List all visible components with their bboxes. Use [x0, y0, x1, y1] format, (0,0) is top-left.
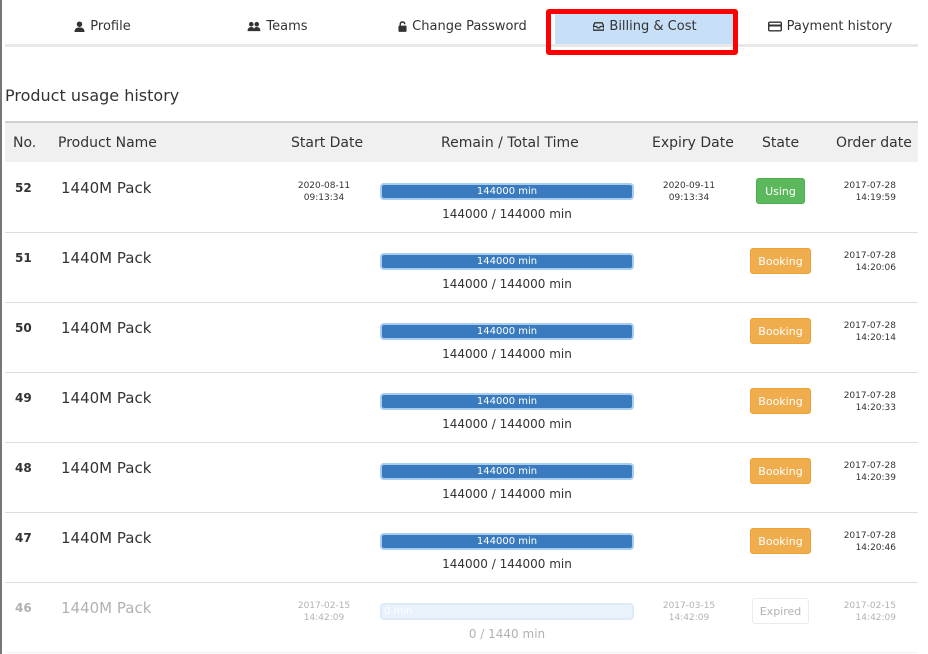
- order-date: 2017-07-28 14:20:14: [838, 320, 896, 344]
- settings-tabs: Profile Teams Change Password Billing & …: [5, 9, 918, 47]
- section-title: Product usage history: [5, 86, 180, 105]
- order-date-day: 2017-07-28: [843, 531, 896, 541]
- col-start-date: Start Date: [291, 135, 364, 151]
- order-date-time: 14:20:46: [855, 543, 896, 553]
- remain-total-text: 144000 / 144000 min: [442, 207, 572, 221]
- state-badge[interactable]: Booking: [750, 318, 811, 344]
- product-name: 1440M Pack: [61, 459, 152, 477]
- remain-progress-bar: 144000 min: [380, 323, 634, 340]
- users-icon: [248, 21, 261, 32]
- remain-progress-bar: 144000 min: [380, 393, 634, 410]
- order-date-day: 2017-07-28: [843, 251, 896, 261]
- product-name: 1440M Pack: [61, 179, 152, 197]
- order-date: 2017-02-15 14:42:09: [838, 600, 896, 624]
- row-number: 49: [15, 391, 32, 405]
- tab-teams[interactable]: Teams: [200, 9, 355, 44]
- lock-icon: [398, 21, 407, 32]
- remain-total-text: 144000 / 144000 min: [442, 277, 572, 291]
- col-order-date: Order date: [836, 135, 912, 151]
- row-number: 46: [15, 601, 32, 615]
- tab-profile[interactable]: Profile: [25, 9, 180, 44]
- start-date-time: 09:13:34: [303, 193, 345, 203]
- table-row: 48 1440M Pack 144000 min 144000 / 144000 mi…: [5, 443, 918, 513]
- remain-progress-bar: 0 min: [380, 603, 634, 620]
- start-date: 2017-02-15 14:42:09: [289, 600, 359, 624]
- remain-progress-bar: 144000 min: [380, 253, 634, 270]
- remain-progress-bar: 144000 min: [380, 463, 634, 480]
- col-expiry-date: Expiry Date: [652, 135, 734, 151]
- table-row: 47 1440M Pack 144000 min 144000 / 144000 mi…: [5, 513, 918, 583]
- product-name: 1440M Pack: [61, 529, 152, 547]
- row-number: 47: [15, 531, 32, 545]
- remain-total-text: 144000 / 144000 min: [442, 557, 572, 571]
- product-name: 1440M Pack: [61, 389, 152, 407]
- row-number: 50: [15, 321, 32, 335]
- remain-total-text: 0 / 1440 min: [468, 627, 546, 641]
- active-tab-highlight: [546, 9, 738, 55]
- table-header: No. Product Name Start Date Remain / Tot…: [5, 121, 918, 162]
- remain-total-text: 144000 / 144000 min: [442, 347, 572, 361]
- start-date: 2020-08-11 09:13:34: [289, 180, 359, 204]
- table-row: 46 1440M Pack 2017-02-15 14:42:09 0 min 0 / 1…: [5, 583, 918, 653]
- order-date: 2017-07-28 14:20:06: [838, 250, 896, 274]
- state-badge[interactable]: Booking: [750, 528, 811, 554]
- order-date-time: 14:42:09: [855, 613, 896, 623]
- order-date-time: 14:19:59: [855, 193, 896, 203]
- table-row: 51 1440M Pack 144000 min 144000 / 144000 mi…: [5, 233, 918, 303]
- order-date: 2017-07-28 14:20:46: [838, 530, 896, 554]
- order-date-day: 2017-02-15: [843, 601, 896, 611]
- start-date-day: 2020-08-11: [297, 181, 351, 191]
- tab-teams-label: Teams: [266, 19, 308, 34]
- product-name: 1440M Pack: [61, 249, 152, 267]
- expiry-date: 2017-03-15 14:42:09: [654, 600, 724, 624]
- row-number: 48: [15, 461, 32, 475]
- state-badge[interactable]: Expired: [752, 598, 809, 624]
- expiry-date-time: 09:13:34: [668, 193, 710, 203]
- product-name: 1440M Pack: [61, 319, 152, 337]
- remain-total-text: 144000 / 144000 min: [442, 417, 572, 431]
- col-no: No.: [13, 135, 37, 151]
- row-number: 52: [15, 181, 32, 195]
- user-icon: [74, 21, 85, 32]
- table-row: 52 1440M Pack 2020-08-11 09:13:34 144000 min…: [5, 163, 918, 233]
- order-date-time: 14:20:06: [855, 263, 896, 273]
- tab-change-password-label: Change Password: [412, 19, 527, 34]
- order-date-day: 2017-07-28: [843, 181, 896, 191]
- expiry-date-time: 14:42:09: [668, 613, 710, 623]
- remain-total-text: 144000 / 144000 min: [442, 487, 572, 501]
- order-date: 2017-07-28 14:20:33: [838, 390, 896, 414]
- col-product-name: Product Name: [58, 135, 157, 151]
- expiry-date-day: 2020-09-11: [662, 181, 716, 191]
- tab-payment-history[interactable]: Payment history: [755, 9, 905, 44]
- product-name: 1440M Pack: [61, 599, 152, 617]
- col-state: State: [762, 135, 800, 151]
- window-edge: [0, 0, 2, 654]
- remain-progress-bar: 144000 min: [380, 533, 634, 550]
- start-date-day: 2017-02-15: [297, 601, 351, 611]
- col-remain-total-time: Remain / Total Time: [441, 135, 579, 151]
- tab-change-password[interactable]: Change Password: [385, 9, 540, 44]
- tab-profile-label: Profile: [90, 19, 131, 34]
- expiry-date-day: 2017-03-15: [662, 601, 716, 611]
- state-badge[interactable]: Booking: [750, 388, 811, 414]
- table-row: 49 1440M Pack 144000 min 144000 / 144000 mi…: [5, 373, 918, 443]
- order-date: 2017-07-28 14:19:59: [838, 180, 896, 204]
- start-date-time: 14:42:09: [303, 613, 345, 623]
- table-row: 50 1440M Pack 144000 min 144000 / 144000 mi…: [5, 303, 918, 373]
- order-date-day: 2017-07-28: [843, 461, 896, 471]
- expiry-date: 2020-09-11 09:13:34: [654, 180, 724, 204]
- row-number: 51: [15, 251, 32, 265]
- order-date-time: 14:20:14: [855, 333, 896, 343]
- state-badge[interactable]: Using: [756, 178, 805, 204]
- credit-card-icon: [767, 21, 782, 32]
- order-date-time: 14:20:39: [855, 473, 896, 483]
- state-badge[interactable]: Booking: [750, 458, 811, 484]
- remain-progress-bar: 144000 min: [380, 183, 634, 200]
- order-date-day: 2017-07-28: [843, 391, 896, 401]
- order-date: 2017-07-28 14:20:39: [838, 460, 896, 484]
- tab-payment-history-label: Payment history: [786, 19, 893, 34]
- order-date-time: 14:20:33: [855, 403, 896, 413]
- state-badge[interactable]: Booking: [750, 248, 811, 274]
- order-date-day: 2017-07-28: [843, 321, 896, 331]
